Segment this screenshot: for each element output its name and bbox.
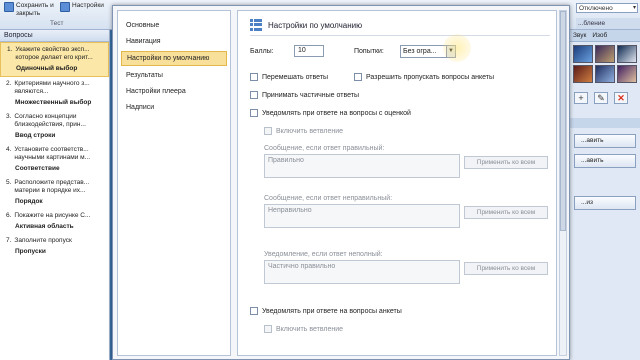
shuffle-row[interactable]: Перемешать ответы: [250, 73, 328, 81]
allow-skip-row[interactable]: Разрешить пропускать вопросы анкеты: [354, 73, 494, 81]
nav-item-player-settings[interactable]: Настройки плеера: [121, 85, 227, 98]
incorrect-msg-field[interactable]: Неправильно: [264, 204, 460, 228]
save-icon: [4, 2, 14, 12]
tab-images[interactable]: Изоб: [589, 30, 610, 41]
nav-item-captions[interactable]: Надписи: [121, 101, 227, 114]
correct-msg-field[interactable]: Правильно: [264, 154, 460, 178]
thumbnail[interactable]: [617, 45, 637, 63]
question-item[interactable]: 3. Согласно концепции близкодействия, при…: [0, 110, 109, 143]
points-row: Баллы: 10: [250, 45, 324, 57]
attempts-label: Попытки:: [354, 48, 384, 55]
content-scrollbar[interactable]: [559, 10, 567, 356]
enable-branching-checkbox[interactable]: [264, 127, 272, 135]
nav-item-general[interactable]: Основные: [121, 19, 227, 32]
enable-branching-row-2[interactable]: Включить ветвление: [264, 325, 343, 333]
thumbnail[interactable]: [595, 65, 615, 83]
right-action-button-2[interactable]: ...авить: [574, 154, 636, 168]
list-settings-icon: [250, 19, 262, 31]
allow-skip-checkbox[interactable]: [354, 73, 362, 81]
question-item[interactable]: 6. Покажите на рисунке С... Активная обла…: [0, 209, 109, 234]
thumbnail[interactable]: [617, 65, 637, 83]
points-input[interactable]: 10: [294, 45, 324, 57]
question-item[interactable]: 1. Укажите свойство эксп... которое делае…: [0, 42, 109, 77]
notify-graded-row[interactable]: Уведомлять при ответе на вопросы с оценк…: [250, 109, 411, 117]
question-list-header: Вопросы: [0, 30, 109, 42]
notify-survey-checkbox[interactable]: [250, 307, 258, 315]
notify-survey-row[interactable]: Уведомлять при ответе на вопросы анкеты: [250, 307, 402, 315]
apply-all-button-2[interactable]: Применить ко всем: [464, 206, 548, 219]
apply-all-button-1[interactable]: Применить ко всем: [464, 156, 548, 169]
question-item[interactable]: 4. Установите соответств... научными карт…: [0, 143, 109, 176]
question-item[interactable]: 7. Заполните пропуск Пропуски: [0, 234, 109, 259]
right-action-button-1[interactable]: ...авить: [574, 134, 636, 148]
incorrect-msg-label: Сообщение, если ответ неправильный:: [264, 195, 393, 202]
nav-item-default-settings[interactable]: Настройки по умолчанию: [121, 51, 227, 66]
attempts-select[interactable]: Без огра... ▼: [400, 34, 471, 62]
notify-graded-checkbox[interactable]: [250, 109, 258, 117]
question-list-pane: Вопросы 1. Укажите свойство эксп... котор…: [0, 30, 110, 360]
right-panel-title: ...бление: [576, 18, 640, 29]
section-title: Настройки по умолчанию: [250, 19, 362, 31]
chevron-down-icon[interactable]: ▼: [446, 46, 455, 57]
enable-branching-row[interactable]: Включить ветвление: [264, 127, 343, 135]
correct-msg-label: Сообщение, если ответ правильный:: [264, 145, 385, 152]
status-select[interactable]: Отключено: [576, 3, 638, 13]
partial-answers-checkbox[interactable]: [250, 91, 258, 99]
save-close-button[interactable]: Сохранить и закрыть: [4, 2, 54, 18]
edit-media-button[interactable]: ✎: [594, 92, 608, 104]
settings-dialog: Основные Навигация Настройки по умолчани…: [112, 5, 570, 360]
delete-icon[interactable]: ✕: [614, 92, 628, 104]
nav-item-results[interactable]: Результаты: [121, 69, 227, 82]
settings-icon: [60, 2, 70, 12]
media-pane: Звук Изоб + ✎ ✕ ...авить ...авить ...из: [570, 30, 640, 360]
right-pane-divider: [570, 118, 640, 128]
apply-all-button-3[interactable]: Применить ко всем: [464, 262, 548, 275]
dialog-nav: Основные Навигация Настройки по умолчани…: [117, 10, 231, 356]
scrollbar-thumb[interactable]: [560, 11, 566, 231]
add-media-button[interactable]: +: [574, 92, 588, 104]
nav-item-navigation[interactable]: Навигация: [121, 35, 227, 48]
partial-row[interactable]: Принимать частичные ответы: [250, 91, 359, 99]
media-tools: + ✎ ✕: [570, 86, 640, 110]
right-action-button-3[interactable]: ...из: [574, 196, 636, 210]
partial-msg-field[interactable]: Частично правильно: [264, 260, 460, 284]
points-label: Баллы:: [250, 47, 274, 55]
shuffle-checkbox[interactable]: [250, 73, 258, 81]
question-item[interactable]: 2. Критериями научного з... являются... М…: [0, 77, 109, 110]
question-item[interactable]: 5. Расположите представ... материи в поря…: [0, 176, 109, 209]
thumbnail[interactable]: [573, 65, 593, 83]
partial-msg-label: Уведомление, если ответ неполный:: [264, 251, 383, 258]
settings-content: Настройки по умолчанию Баллы: 10 Попытки…: [237, 10, 557, 356]
section-divider: [250, 35, 550, 36]
thumbnail[interactable]: [595, 45, 615, 63]
thumbnail-grid: [570, 42, 640, 86]
attempts-row: Попытки: Без огра... ▼: [354, 34, 471, 62]
media-tabs: Звук Изоб: [570, 30, 640, 42]
enable-branching-checkbox-2[interactable]: [264, 325, 272, 333]
ribbon-group-label: Тест: [50, 20, 64, 27]
settings-button[interactable]: Настройки: [60, 2, 104, 12]
thumbnail[interactable]: [573, 45, 593, 63]
tab-sound[interactable]: Звук: [570, 30, 589, 41]
